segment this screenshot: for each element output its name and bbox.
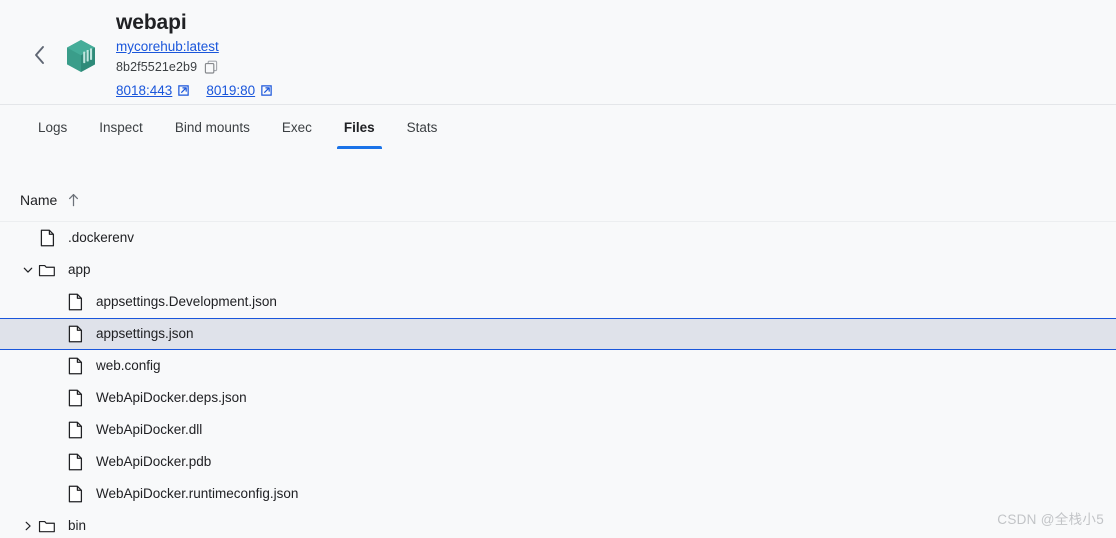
- page-title: webapi: [116, 11, 187, 34]
- file-row[interactable]: WebApiDocker.pdb: [0, 446, 1116, 478]
- file-row[interactable]: WebApiDocker.deps.json: [0, 382, 1116, 414]
- folder-icon: [38, 517, 56, 535]
- row-label: appsettings.json: [96, 326, 194, 341]
- file-icon: [66, 485, 84, 503]
- chevron-left-icon: [34, 46, 44, 64]
- port-link-1-label: 8019:80: [206, 83, 256, 98]
- port-link-0[interactable]: 8018:443: [116, 83, 190, 98]
- file-icon: [66, 357, 84, 375]
- external-link-icon: [178, 85, 190, 96]
- file-list: .dockerenv app appsettings.Development.j…: [0, 222, 1116, 538]
- back-button[interactable]: [20, 36, 58, 74]
- row-label: WebApiDocker.pdb: [96, 454, 212, 469]
- file-list-header: Name: [0, 179, 1116, 222]
- row-label: app: [68, 262, 91, 277]
- folder-row[interactable]: bin: [0, 510, 1116, 538]
- row-label: appsettings.Development.json: [96, 294, 277, 309]
- tab-bind-mounts[interactable]: Bind mounts: [159, 105, 266, 149]
- external-link-icon: [261, 85, 272, 96]
- file-icon: [66, 421, 84, 439]
- file-icon: [66, 325, 84, 343]
- port-links: 8018:443 8019:80: [116, 83, 273, 98]
- arrow-up-icon[interactable]: [67, 193, 80, 207]
- file-row[interactable]: .dockerenv: [0, 222, 1116, 254]
- port-link-1[interactable]: 8019:80: [206, 83, 273, 98]
- tab-exec[interactable]: Exec: [266, 105, 328, 149]
- row-label: WebApiDocker.dll: [96, 422, 203, 437]
- container-details-page: webapi mycorehub:latest 8b2f5521e2b9 801…: [0, 0, 1116, 538]
- tab-stats[interactable]: Stats: [391, 105, 454, 149]
- file-row[interactable]: WebApiDocker.dll: [0, 414, 1116, 446]
- container-header: webapi mycorehub:latest 8b2f5521e2b9 801…: [0, 0, 1116, 105]
- file-browser: Name .dockerenv app appsettings.Developm…: [0, 149, 1116, 538]
- tab-logs[interactable]: Logs: [22, 105, 83, 149]
- folder-row[interactable]: app: [0, 254, 1116, 286]
- container-id: 8b2f5521e2b9: [116, 60, 198, 74]
- row-label: WebApiDocker.runtimeconfig.json: [96, 486, 299, 501]
- docker-container-cube-icon: [64, 38, 98, 74]
- file-row[interactable]: WebApiDocker.runtimeconfig.json: [0, 478, 1116, 510]
- file-row[interactable]: appsettings.json: [0, 318, 1116, 350]
- copy-icon[interactable]: [204, 60, 218, 74]
- file-icon: [66, 389, 84, 407]
- container-header-text: webapi mycorehub:latest 8b2f5521e2b9 801…: [116, 8, 273, 98]
- container-id-row: 8b2f5521e2b9: [116, 58, 273, 76]
- row-label: web.config: [96, 358, 161, 373]
- folder-icon: [38, 261, 56, 279]
- tab-files[interactable]: Files: [328, 105, 391, 149]
- tab-inspect[interactable]: Inspect: [83, 105, 159, 149]
- row-label: bin: [68, 518, 87, 533]
- row-label: WebApiDocker.deps.json: [96, 390, 247, 405]
- column-header-name[interactable]: Name: [20, 192, 57, 208]
- file-icon: [38, 229, 56, 247]
- chevron-down-icon[interactable]: [20, 262, 36, 278]
- row-label: .dockerenv: [68, 230, 135, 245]
- file-icon: [66, 453, 84, 471]
- file-icon: [66, 293, 84, 311]
- tab-bar: Logs Inspect Bind mounts Exec Files Stat…: [0, 105, 1116, 149]
- container-image-link[interactable]: mycorehub:latest: [116, 37, 219, 56]
- port-link-0-label: 8018:443: [116, 83, 173, 98]
- file-row[interactable]: web.config: [0, 350, 1116, 382]
- chevron-right-icon[interactable]: [20, 518, 36, 534]
- file-row[interactable]: appsettings.Development.json: [0, 286, 1116, 318]
